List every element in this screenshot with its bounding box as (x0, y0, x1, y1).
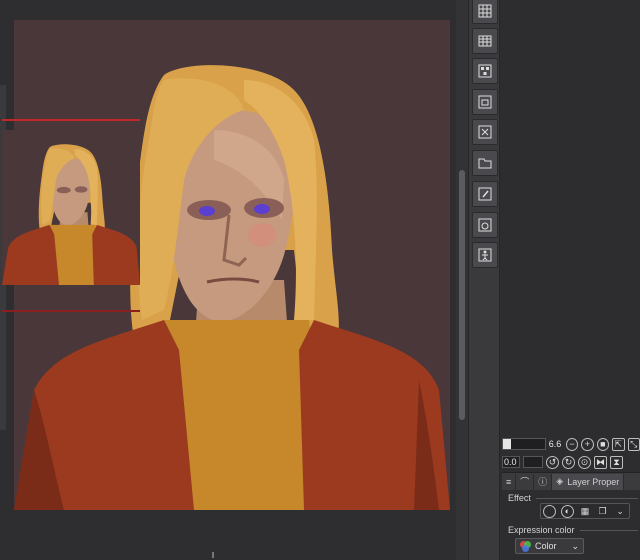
rotate-slider[interactable] (523, 456, 543, 468)
folder-window-icon[interactable] (472, 150, 498, 176)
effect-label: Effect (508, 493, 531, 503)
navigator-thumbnail (2, 130, 140, 285)
texture-effect-icon[interactable]: ▦ (578, 505, 591, 518)
tab-layer-property-label: Layer Proper (567, 476, 620, 487)
zoom-in-icon[interactable]: + (581, 437, 594, 451)
flip-vertical-icon[interactable]: ⧗ (610, 455, 623, 469)
zoom-slider[interactable] (502, 438, 546, 450)
effect-divider (536, 498, 638, 499)
reset-rotation-icon[interactable]: ⊙ (578, 455, 591, 469)
grid-layout-icon[interactable] (472, 0, 498, 24)
expression-color-divider (580, 530, 638, 531)
flip-horizontal-icon[interactable]: ⧓ (594, 455, 607, 469)
fit-canvas-icon[interactable]: ⤡ (627, 437, 640, 451)
zoom-slider-fill (503, 439, 511, 449)
info-tab-icon[interactable]: ⓘ (534, 473, 553, 490)
expression-color-label: Expression color (508, 525, 575, 535)
rotate-right-icon[interactable]: ↻ (562, 455, 575, 469)
navigator-view-frame-top (2, 119, 140, 121)
navigator-view-frame-bottom (2, 310, 140, 312)
checker-pattern-icon[interactable] (472, 58, 498, 84)
frame-window-icon[interactable] (472, 89, 498, 115)
app-window: 6.6 − + ■ ⇱ ⤡ 0.0 ↺ ↻ ⊙ ⧓ ⧗ ≡ ⌒ ⓘ ◈ Laye… (0, 0, 640, 560)
rotate-value: 0.0 (502, 456, 520, 468)
ruler-tick (212, 552, 214, 558)
actual-size-icon[interactable]: ■ (596, 437, 610, 451)
scrollbar-thumb[interactable] (459, 170, 465, 420)
camera-window-icon[interactable] (472, 212, 498, 238)
navigator-rotate-row: 0.0 ↺ ↻ ⊙ ⧓ ⧗ (502, 453, 640, 471)
zoom-value: 6.6 (548, 439, 562, 449)
shrink-window-icon[interactable] (472, 119, 498, 145)
figure-window-icon[interactable] (472, 242, 498, 268)
effect-buttons: ◐ ▦ ❐ ⌄ (540, 503, 630, 519)
expression-color-value: Color (535, 541, 557, 551)
tool-property-tab-icon[interactable]: ⌒ (516, 473, 535, 490)
zoom-out-icon[interactable]: − (565, 437, 579, 451)
property-tabs: ≡ ⌒ ⓘ ◈ Layer Proper (502, 472, 640, 490)
layer-color-effect-icon[interactable]: ❐ (596, 505, 609, 518)
rotate-left-icon[interactable]: ↺ (546, 455, 559, 469)
layer-property-icon: ◈ (556, 476, 564, 486)
tab-layer-property[interactable]: ◈ Layer Proper (552, 473, 625, 490)
panel-menu-icon[interactable]: ≡ (502, 473, 517, 490)
command-bar (468, 0, 500, 560)
navigator-zoom-row: 6.6 − + ■ ⇱ ⤡ (502, 435, 640, 453)
canvas-vertical-scrollbar[interactable] (456, 0, 468, 560)
fit-window-icon[interactable]: ⇱ (612, 437, 625, 451)
effect-dropdown-icon[interactable]: ⌄ (614, 505, 627, 518)
edit-window-icon[interactable] (472, 181, 498, 207)
grid-table-icon[interactable] (472, 28, 498, 54)
chevron-down-icon: ⌄ (571, 540, 579, 551)
border-effect-icon[interactable] (543, 504, 557, 518)
tone-effect-icon[interactable]: ◐ (560, 504, 574, 518)
expression-color-select[interactable]: Color ⌄ (515, 538, 584, 554)
navigator-preview[interactable] (2, 130, 140, 285)
color-mode-icon (520, 540, 531, 552)
